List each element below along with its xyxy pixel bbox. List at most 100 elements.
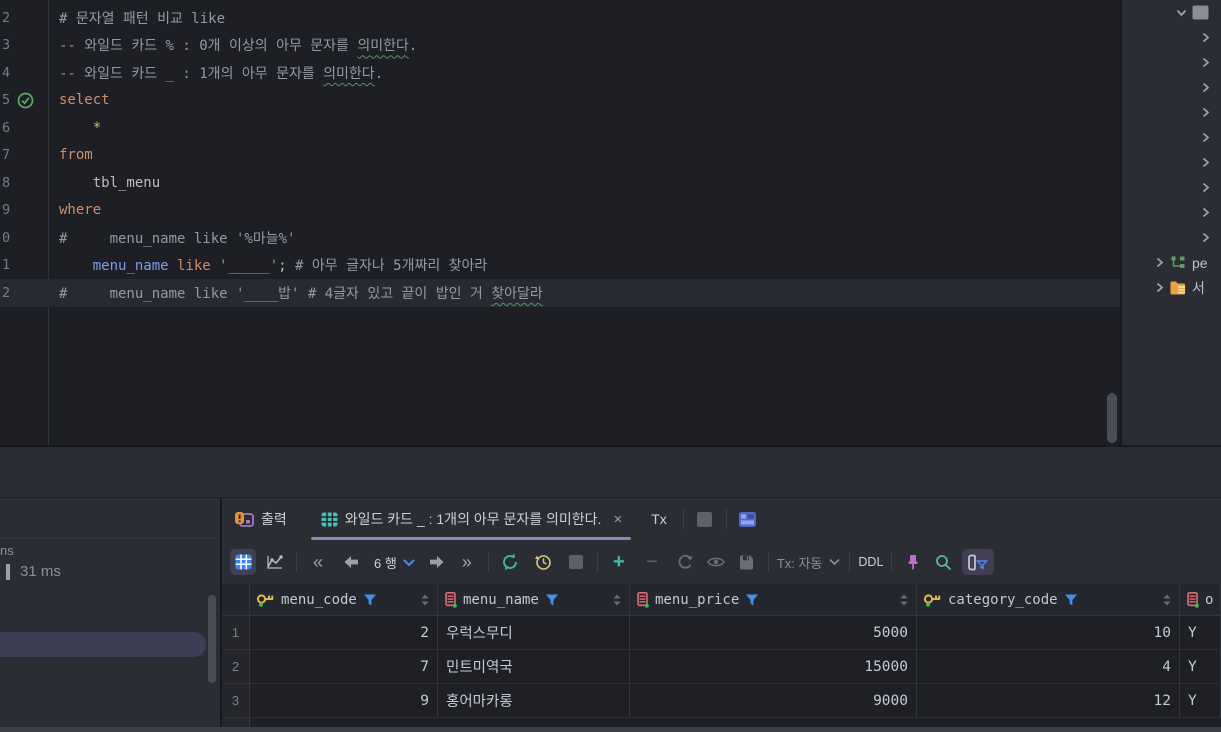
table-cell[interactable]: 7 (250, 650, 438, 683)
tab-output[interactable]: 출력 (225, 498, 297, 540)
table-cell[interactable]: 5000 (630, 616, 917, 649)
row-number[interactable]: 1 (222, 616, 250, 649)
table-cell[interactable]: 2 (250, 616, 438, 649)
table-cell[interactable]: Y (1180, 650, 1221, 683)
tree-item[interactable] (1122, 50, 1221, 75)
page-size-selector[interactable]: 6 행 (374, 553, 416, 572)
table-cell[interactable]: 15000 (630, 650, 917, 683)
sort-arrows-icon[interactable] (900, 594, 910, 606)
sort-arrows-icon[interactable] (421, 594, 431, 606)
layout-board-icon[interactable] (735, 506, 761, 532)
column-header-menu_name[interactable]: menu_name (438, 584, 630, 615)
table-cell[interactable]: 우럭스무디 (438, 616, 630, 649)
run-success-icon[interactable] (14, 92, 58, 109)
row-number[interactable]: 3 (222, 684, 250, 717)
chevron-right-icon[interactable] (1150, 254, 1168, 272)
column-header-category_code[interactable]: category_code (917, 584, 1180, 615)
next-page-button[interactable] (424, 549, 450, 575)
code-line[interactable]: 7 from (0, 142, 1120, 170)
tab-result-active[interactable]: 와일드 카드 _ : 1개의 아무 문자를 의미한다. × (310, 498, 632, 540)
chevron-right-icon[interactable] (1196, 104, 1214, 122)
code-line[interactable]: 8 tbl_menu (0, 169, 1120, 197)
revert-button[interactable] (672, 549, 698, 575)
chevron-right-icon[interactable] (1196, 179, 1214, 197)
bottom-scrollbar-strip[interactable] (0, 727, 1221, 732)
reload-page-button[interactable] (497, 549, 523, 575)
column-header-menu_code[interactable]: menu_code (250, 584, 438, 615)
table-row[interactable]: 1 2 우럭스무디 5000 10 Y (222, 616, 1221, 650)
sort-arrows-icon[interactable] (1163, 594, 1173, 606)
code-line[interactable]: 5 select (0, 87, 1120, 115)
table-cell[interactable]: 10 (917, 616, 1180, 649)
add-row-button[interactable]: + (606, 549, 632, 575)
table-cell[interactable]: Y (1180, 684, 1221, 717)
pin-icon[interactable] (900, 549, 926, 575)
grid-view-button[interactable] (230, 549, 256, 575)
table-cell[interactable]: Y (1180, 616, 1221, 649)
table-cell[interactable]: 민트미역국 (438, 650, 630, 683)
table-cell[interactable]: 4 (917, 650, 1180, 683)
table-cell[interactable]: 12 (917, 684, 1180, 717)
filter-funnel-icon[interactable] (745, 593, 759, 607)
ddl-button[interactable]: DDL (858, 553, 883, 571)
chevron-down-icon[interactable] (1172, 4, 1190, 22)
tree-item[interactable] (1122, 125, 1221, 150)
stop-query-button[interactable] (563, 549, 589, 575)
table-cell[interactable]: 9 (250, 684, 438, 717)
code-line[interactable]: 0 # menu_name like '%마늘%' (0, 224, 1120, 252)
chevron-right-icon[interactable] (1196, 54, 1214, 72)
stop-button[interactable] (692, 506, 718, 532)
filter-funnel-icon[interactable] (545, 593, 559, 607)
table-cell[interactable]: 9000 (630, 684, 917, 717)
sort-arrows-icon[interactable] (613, 594, 623, 606)
tree-item[interactable] (1122, 25, 1221, 50)
tree-item[interactable] (1122, 100, 1221, 125)
row-number[interactable]: 2 (222, 650, 250, 683)
code-line[interactable]: 2 # 문자열 패턴 비교 like (0, 4, 1120, 32)
table-row[interactable]: 2 7 민트미역국 15000 4 Y (222, 650, 1221, 684)
filter-panel-button[interactable] (962, 549, 995, 575)
preview-changes-eye-icon[interactable] (703, 549, 729, 575)
code-line[interactable]: 4 -- 와일드 카드 _ : 1개의 아무 문자를 의미한다. (0, 59, 1120, 87)
chevron-right-icon[interactable] (1196, 204, 1214, 222)
code-line[interactable]: 3 -- 와일드 카드 % : 0개 이상의 아무 문자를 의미한다. (0, 32, 1120, 60)
previous-page-button[interactable] (338, 549, 364, 575)
filter-funnel-icon[interactable] (363, 593, 377, 607)
tree-item[interactable]: 서 (1122, 275, 1221, 300)
chevron-right-icon[interactable] (1196, 154, 1214, 172)
tree-item[interactable] (1122, 175, 1221, 200)
selected-history-item[interactable] (0, 632, 206, 657)
tab-tx[interactable]: Tx (643, 498, 675, 540)
code-line[interactable]: 2 # menu_name like '____밥' # 4글자 있고 끝이 밥인… (0, 279, 1120, 307)
search-icon[interactable] (930, 549, 956, 575)
tree-item[interactable]: pe (1122, 250, 1221, 275)
sql-editor[interactable]: 2 # 문자열 패턴 비교 like 3 -- 와일드 카드 % : 0개 이상의 아… (0, 0, 1120, 445)
chevron-right-icon[interactable] (1196, 29, 1214, 47)
save-icon[interactable] (734, 549, 760, 575)
filter-funnel-icon[interactable] (1064, 593, 1078, 607)
tx-mode-selector[interactable]: Tx: 자동 (777, 553, 842, 572)
table-cell[interactable]: 홍어마카롱 (438, 684, 630, 717)
editor-vertical-scrollbar[interactable] (1107, 393, 1117, 443)
tree-item[interactable] (1122, 150, 1221, 175)
tree-item[interactable] (1122, 225, 1221, 250)
column-header-o[interactable]: o (1180, 584, 1221, 615)
last-page-button[interactable]: » (454, 549, 480, 575)
code-line[interactable]: 9 where (0, 197, 1120, 225)
delete-row-button[interactable]: − (639, 549, 665, 575)
first-page-button[interactable]: « (305, 549, 331, 575)
services-scrollbar[interactable] (208, 595, 216, 683)
chevron-right-icon[interactable] (1196, 229, 1214, 247)
chevron-right-icon[interactable] (1196, 129, 1214, 147)
chevron-right-icon[interactable] (1150, 279, 1168, 297)
tree-item[interactable] (1122, 0, 1221, 25)
chevron-right-icon[interactable] (1196, 79, 1214, 97)
history-button[interactable] (530, 549, 556, 575)
code-line[interactable]: 6 * (0, 114, 1120, 142)
table-row[interactable]: 3 9 홍어마카롱 9000 12 Y (222, 684, 1221, 718)
tree-item[interactable] (1122, 200, 1221, 225)
chart-view-button[interactable] (262, 549, 288, 575)
tab-close-icon[interactable]: × (610, 511, 625, 528)
code-line[interactable]: 1 menu_name like '_____'; # 아무 글자나 5개짜리 … (0, 252, 1120, 280)
tree-item[interactable] (1122, 75, 1221, 100)
